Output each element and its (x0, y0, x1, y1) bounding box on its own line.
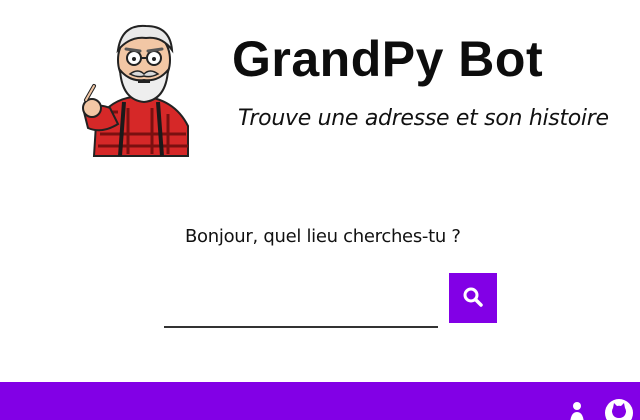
search-icon (462, 286, 484, 311)
bot-greeting: Bonjour, quel lieu cherches-tu ? (185, 226, 461, 247)
search-button[interactable] (449, 273, 497, 323)
person-icon[interactable] (562, 398, 592, 420)
footer-icons (562, 398, 634, 420)
grandpy-logo (78, 16, 202, 160)
footer-bar (0, 382, 640, 420)
app-subtitle: Trouve une adresse et son histoire (238, 106, 609, 131)
place-search-input[interactable] (164, 296, 438, 328)
app-title: GrandPy Bot (232, 31, 544, 87)
github-icon[interactable] (604, 398, 634, 420)
